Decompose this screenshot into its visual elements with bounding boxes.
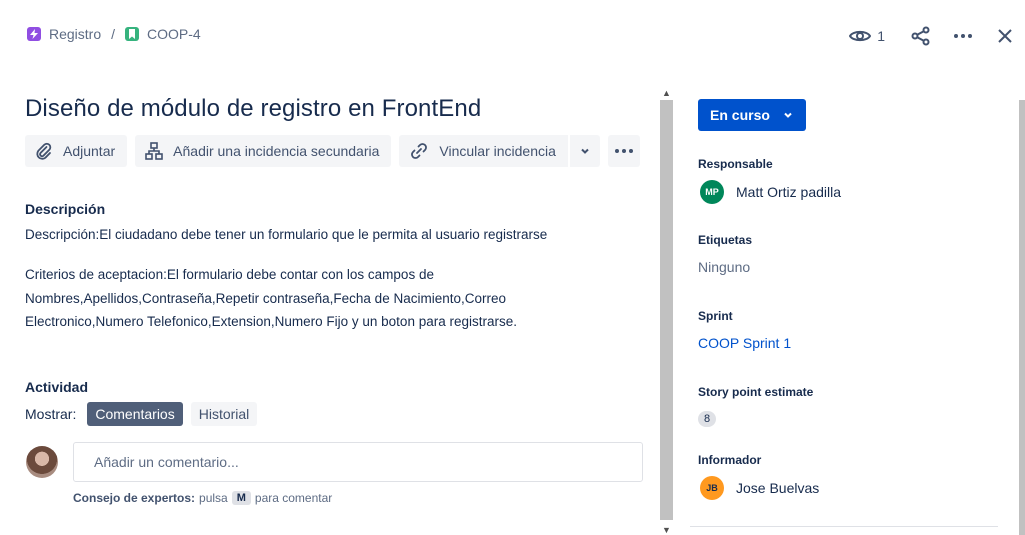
close-icon [998,29,1012,43]
add-comment-input[interactable]: Añadir un comentario... [73,442,643,482]
pro-tip: Consejo de expertos: pulsa M para coment… [73,491,332,505]
link-issue-label: Vincular incidencia [439,143,556,159]
show-label: Mostrar: [25,406,77,422]
assignee-name: Matt Ortiz padilla [736,184,842,200]
more-actions-button[interactable] [953,22,973,50]
link-icon [411,143,428,159]
eye-icon [849,30,872,42]
link-issue-dropdown-button[interactable] [569,135,600,167]
scroll-down-arrow-icon[interactable]: ▼ [662,525,671,535]
reporter-label: Informador [698,453,762,467]
sprint-link[interactable]: COOP Sprint 1 [698,335,791,351]
assignee-field[interactable]: MP Matt Ortiz padilla [698,180,841,204]
close-button[interactable] [997,22,1013,50]
breadcrumb-issue-key-link[interactable]: COOP-4 [147,26,201,42]
pro-tip-rest: para comentar [254,491,333,505]
attach-label: Adjuntar [63,143,116,159]
breadcrumb-project-link[interactable]: Registro [49,26,101,42]
sprint-label: Sprint [698,309,733,323]
pro-tip-bold: Consejo de expertos: [73,491,196,505]
story-point-field[interactable]: 8 [698,411,716,427]
reporter-field[interactable]: JB Jose Buelvas [698,476,819,500]
labels-value[interactable]: Ninguno [698,259,750,275]
status-dropdown-button[interactable]: En curso [698,99,806,131]
toolbar-more-button[interactable] [607,135,640,167]
assignee-label: Responsable [698,157,773,171]
add-child-issue-label: Añadir una incidencia secundaria [173,143,380,159]
sidebar-scrollbar[interactable] [1017,88,1025,535]
reporter-name: Jose Buelvas [736,480,820,496]
add-child-issue-button[interactable]: Añadir una incidencia secundaria [135,135,392,167]
attach-button[interactable]: Adjuntar [25,135,128,167]
pro-tip-press: pulsa [199,491,228,505]
labels-label: Etiquetas [698,233,753,247]
watch-button[interactable]: 1 [849,22,885,50]
comment-placeholder: Añadir un comentario... [94,454,239,470]
shortcut-key: M [231,491,251,505]
activity-heading: Actividad [25,379,89,395]
description-heading: Descripción [25,201,106,217]
watch-count: 1 [877,28,885,44]
activity-filter: Mostrar: Comentarios Historial [25,402,265,426]
share-button[interactable] [911,22,931,50]
story-point-badge: 8 [698,411,716,427]
breadcrumb-separator: / [111,26,116,42]
story-bookmark-icon [125,27,140,41]
hierarchy-icon [145,142,163,160]
more-dots-icon [954,34,972,38]
epic-lightning-icon [27,27,41,41]
paperclip-icon [36,142,52,160]
issue-toolbar: Adjuntar Añadir una incidencia secundari… [25,135,648,167]
description-line-1[interactable]: Descripción:El ciudadano debe tener un f… [25,223,645,247]
status-label: En curso [710,107,770,123]
main-scrollbar[interactable]: ▲ ▼ [660,86,673,535]
sidebar-divider [690,526,998,527]
description-line-4[interactable]: Electronico,Numero Telefonico,Extension,… [25,310,645,334]
breadcrumb: Registro / COOP-4 [27,26,201,42]
tab-comments[interactable]: Comentarios [87,402,183,426]
current-user-avatar [26,446,58,478]
description-line-2[interactable]: Criterios de aceptacion:El formulario de… [25,263,645,287]
tab-history[interactable]: Historial [190,402,258,426]
issue-title[interactable]: Diseño de módulo de registro en FrontEnd [25,95,481,123]
main-scrollbar-thumb[interactable] [660,100,673,520]
share-icon [911,26,930,46]
issue-header-actions: 1 [849,22,1013,50]
sidebar-scrollbar-thumb[interactable] [1019,100,1025,535]
scroll-up-arrow-icon[interactable]: ▲ [662,88,671,98]
chevron-down-icon [581,148,589,154]
chevron-down-icon [784,112,792,118]
story-point-label: Story point estimate [698,385,814,399]
link-issue-button[interactable]: Vincular incidencia [399,135,568,167]
reporter-avatar: JB [700,476,724,500]
more-dots-icon [614,149,633,153]
assignee-avatar: MP [700,180,724,204]
description-line-3[interactable]: Nombres,Apellidos,Contraseña,Repetir con… [25,287,645,311]
